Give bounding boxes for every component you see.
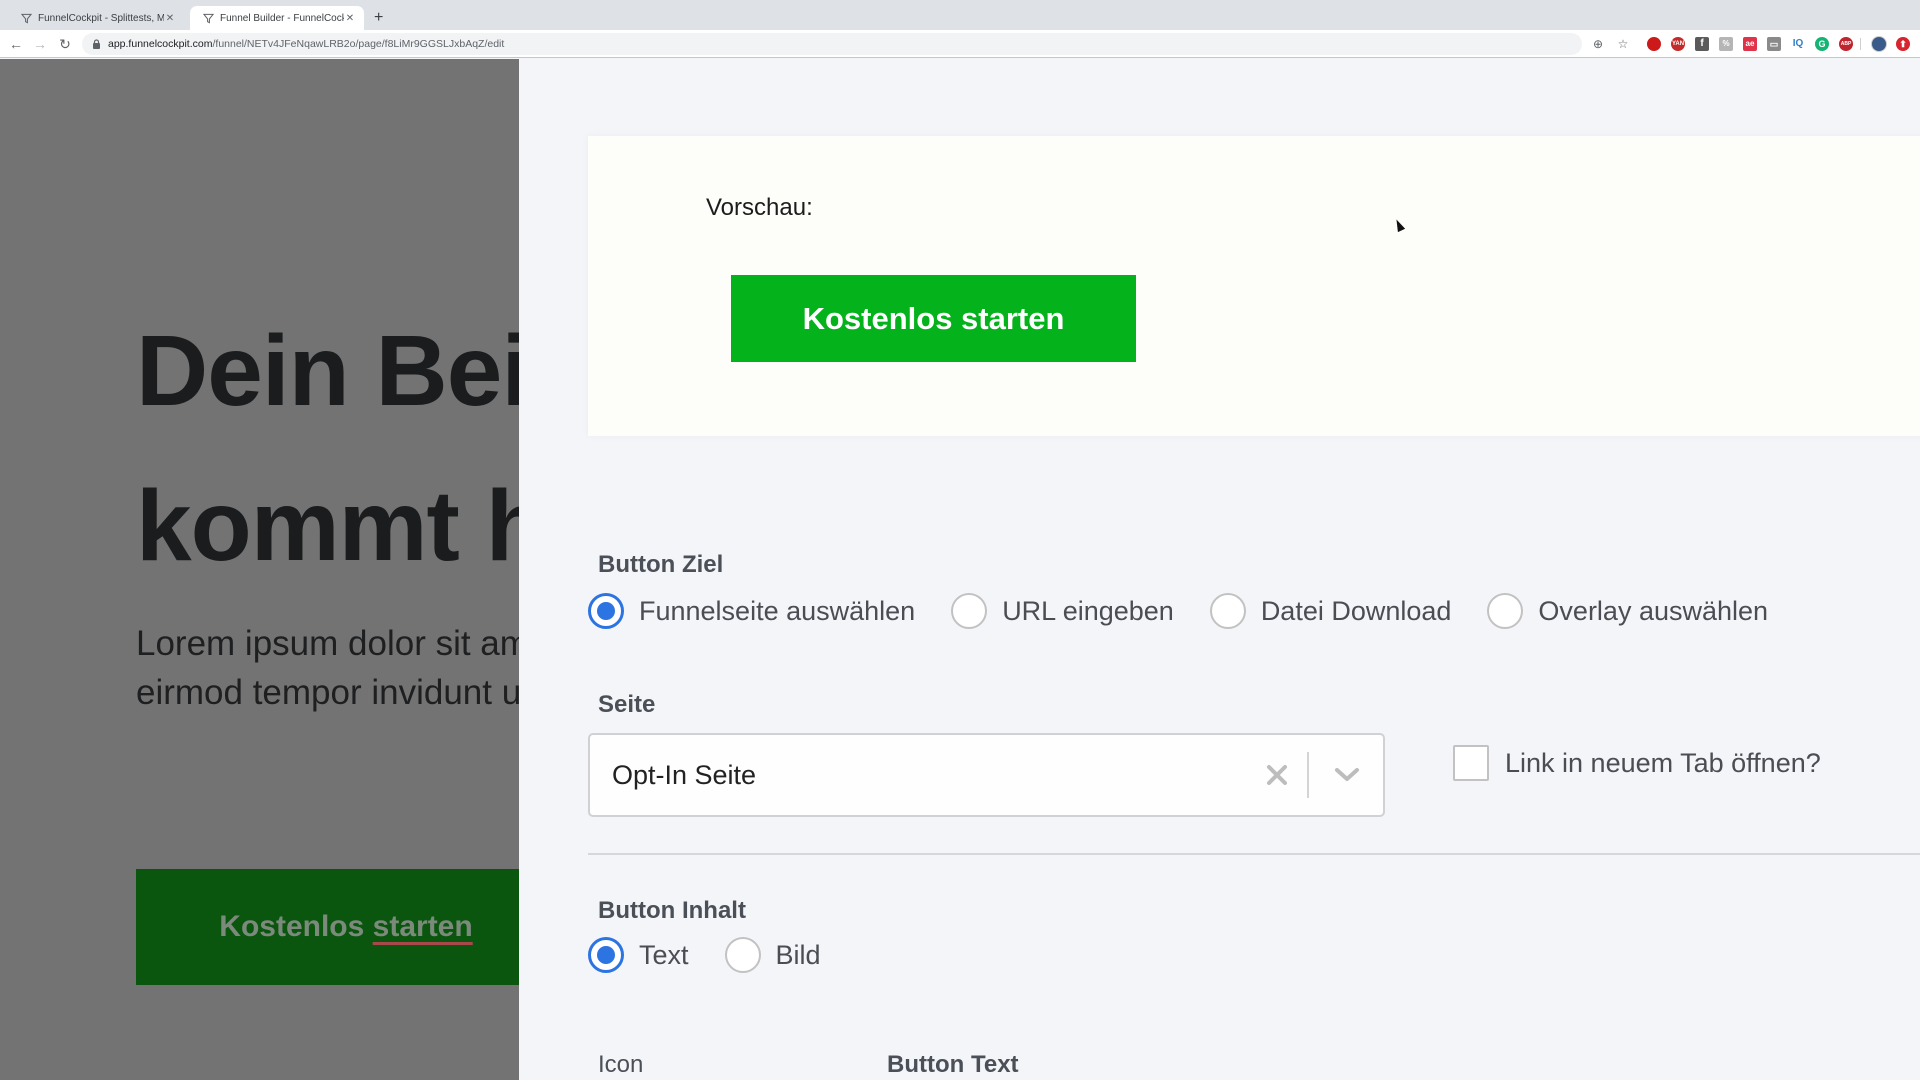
section-divider	[588, 853, 1920, 855]
percent-ext-icon[interactable]: %	[1719, 37, 1733, 51]
new-tab-checkbox[interactable]: Link in neuem Tab öffnen?	[1453, 745, 1821, 781]
funnel-icon	[202, 12, 214, 24]
page-select-value: Opt-In Seite	[612, 759, 757, 790]
chevron-down-icon[interactable]	[1327, 755, 1367, 795]
screen-ext-icon[interactable]: ▭	[1767, 37, 1781, 51]
preview-button-label: Kostenlos starten	[802, 300, 1065, 336]
bookmark-star-icon[interactable]: ☆	[1614, 35, 1632, 53]
browser-toolbar: ← → ↻ app.funnelcockpit.com/funnel/NETv4…	[0, 30, 1920, 58]
address-bar[interactable]: app.funnelcockpit.com/funnel/NETv4JFeNqa…	[82, 33, 1582, 55]
opera-ext-icon[interactable]	[1647, 37, 1661, 51]
close-tab-icon[interactable]: ✕	[344, 13, 356, 24]
browser-tab-splittests[interactable]: FunnelCockpit - Splittests, Ma ✕	[8, 6, 184, 30]
toolbar-separator	[1860, 38, 1861, 50]
radio-overlay[interactable]: Overlay auswählen	[1487, 593, 1768, 629]
lock-icon	[93, 39, 100, 49]
update-arrow-icon[interactable]: ⬆	[1896, 37, 1910, 51]
button-settings-panel: Vorschau: Kostenlos starten Button Ziel …	[519, 59, 1920, 1080]
hero-paragraph-line2: eirmod tempor invidunt u	[136, 673, 519, 712]
back-button[interactable]: ←	[7, 35, 25, 53]
page-canvas-overlay[interactable]: Dein Beis kommt hi Lorem ipsum dolor sit…	[0, 59, 519, 1080]
forward-button[interactable]: →	[31, 35, 49, 53]
radio-unchecked-icon	[1487, 593, 1524, 629]
page-select[interactable]: Opt-In Seite	[588, 733, 1385, 817]
hero-heading-line2: kommt hi	[136, 470, 519, 582]
clear-x-icon[interactable]	[1257, 755, 1297, 795]
hero-cta-label: Kostenlos starten	[219, 910, 473, 943]
grammarly-ext-icon[interactable]: G	[1815, 37, 1829, 51]
radio-funnel-page[interactable]: Funnelseite auswählen	[588, 593, 915, 629]
tab-title: Funnel Builder - FunnelCockpit	[220, 12, 344, 24]
radio-image[interactable]: Bild	[724, 937, 821, 973]
browser-tab-funnel-builder[interactable]: Funnel Builder - FunnelCockpit ✕	[190, 6, 364, 30]
radio-text[interactable]: Text	[588, 937, 689, 973]
radio-url[interactable]: URL eingeben	[951, 593, 1174, 629]
button-target-label: Button Ziel	[598, 551, 724, 578]
radio-checked-icon	[588, 937, 624, 973]
adblock-ext-icon[interactable]: ABP	[1839, 37, 1853, 51]
hero-heading-line1: Dein Beis	[136, 315, 519, 427]
add-circle-icon[interactable]: ⊕	[1589, 35, 1607, 53]
radio-unchecked-icon	[724, 937, 761, 973]
hero-cta-button[interactable]: Kostenlos starten	[136, 869, 519, 985]
preview-button[interactable]: Kostenlos starten	[731, 275, 1136, 362]
close-tab-icon[interactable]: ✕	[164, 13, 176, 24]
button-target-radio-group: Funnelseite auswählen URL eingeben Datei…	[588, 593, 1804, 629]
icon-field-label: Icon	[598, 1051, 644, 1078]
hero-paragraph-line1: Lorem ipsum dolor sit am	[136, 624, 519, 663]
url-host: app.funnelcockpit.com	[108, 38, 213, 50]
tab-title: FunnelCockpit - Splittests, Ma	[38, 12, 164, 24]
funnel-icon	[20, 12, 32, 24]
checkbox-unchecked-icon[interactable]	[1453, 745, 1489, 781]
ae-ext-icon[interactable]: ae	[1743, 37, 1757, 51]
page-select-label: Seite	[598, 691, 656, 718]
radio-unchecked-icon	[1209, 593, 1246, 629]
url-path: /funnel/NETv4JFeNqawLRB2o/page/f8LiMr9GG…	[212, 38, 505, 50]
button-content-label: Button Inhalt	[598, 897, 746, 924]
button-content-radio-group: Text Bild	[588, 937, 857, 973]
radio-file-download[interactable]: Datei Download	[1209, 593, 1451, 629]
facebook-ext-icon[interactable]: f	[1695, 37, 1709, 51]
profile-avatar[interactable]	[1871, 36, 1887, 52]
radio-unchecked-icon	[951, 593, 988, 629]
browser-tab-bar: FunnelCockpit - Splittests, Ma ✕ Funnel …	[0, 0, 1920, 30]
iq-ext-icon[interactable]: IQ	[1791, 37, 1805, 51]
select-separator	[1307, 752, 1309, 798]
reload-button[interactable]: ↻	[56, 35, 74, 53]
new-tab-checkbox-label: Link in neuem Tab öffnen?	[1505, 747, 1821, 778]
preview-label: Vorschau:	[706, 194, 813, 221]
yan-ext-icon[interactable]: YAN	[1671, 37, 1685, 51]
button-text-field-label: Button Text	[887, 1051, 1019, 1078]
preview-card: Vorschau: Kostenlos starten	[588, 136, 1920, 436]
new-tab-button[interactable]: +	[374, 8, 383, 28]
radio-checked-icon	[588, 593, 624, 629]
